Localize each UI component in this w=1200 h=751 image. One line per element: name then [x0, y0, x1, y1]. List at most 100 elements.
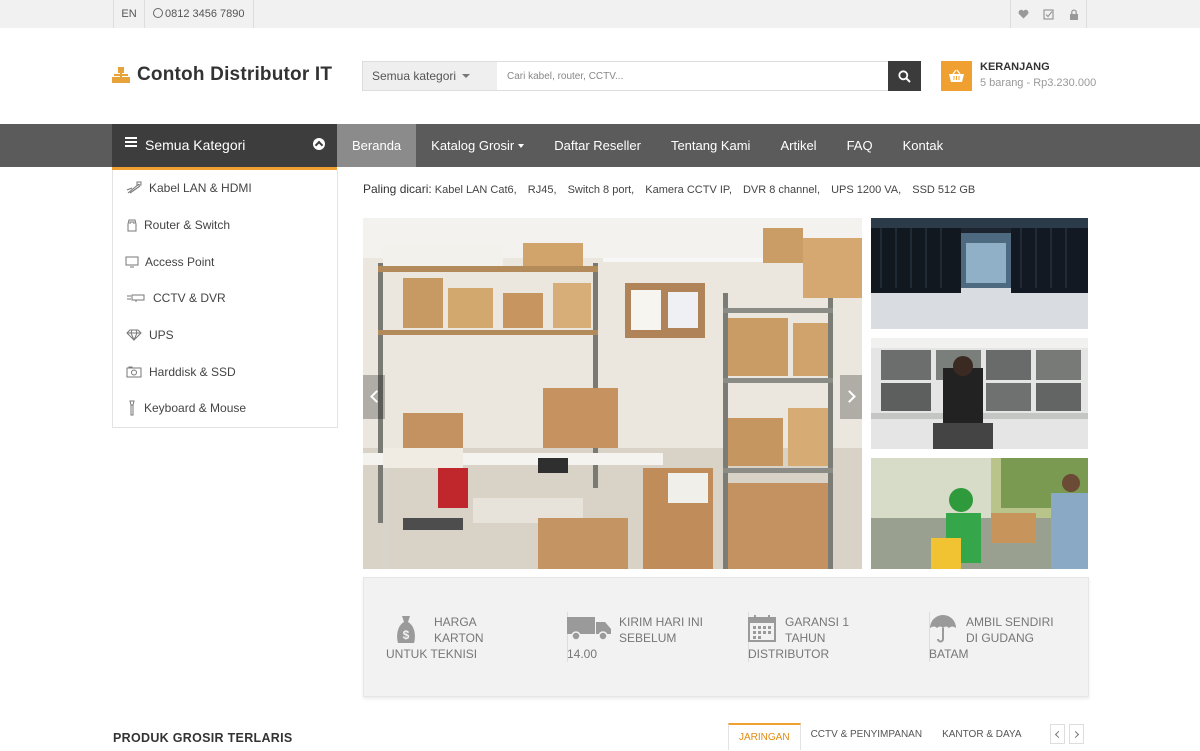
- sidebar-item-label: Harddisk & SSD: [149, 364, 236, 379]
- nav-item-tentang-kami[interactable]: Tentang Kami: [656, 124, 766, 167]
- carousel-pager: [1050, 724, 1088, 744]
- feature-garansi: GARANSI 1 TAHUN DISTRIBUTOR: [748, 612, 930, 664]
- disk-icon: [125, 365, 143, 379]
- side-banner-security[interactable]: [871, 338, 1088, 449]
- cart-summary: 5 barang - Rp3.230.000: [980, 77, 1097, 89]
- sidebar-item-label: Kabel LAN & HDMI: [149, 181, 252, 196]
- umbrella-icon: [930, 615, 956, 643]
- sidebar-item-access-point[interactable]: Access Point: [113, 243, 337, 280]
- popular-term[interactable]: SSD 512 GB: [912, 184, 975, 196]
- nav-item-artikel[interactable]: Artikel: [765, 124, 831, 167]
- sidebar-item-label: Router & Switch: [144, 218, 231, 233]
- side-banner-delivery[interactable]: [871, 458, 1088, 569]
- popular-term[interactable]: Switch 8 port,: [568, 184, 635, 196]
- caret-down-icon: [518, 144, 525, 148]
- language-switcher[interactable]: EN: [113, 0, 145, 28]
- popular-term[interactable]: Kabel LAN Cat6,: [435, 184, 517, 196]
- sidebar-item-label: Keyboard & Mouse: [144, 401, 247, 416]
- popular-term[interactable]: DVR 8 channel,: [743, 184, 820, 196]
- slider-prev-button[interactable]: [363, 375, 385, 419]
- network-logo-icon: [112, 66, 131, 84]
- side-banner-datacenter[interactable]: [871, 218, 1088, 329]
- popular-term[interactable]: UPS 1200 VA,: [831, 184, 901, 196]
- all-categories-label: Semua Kategori: [145, 137, 246, 153]
- cart-label: KERANJANG: [980, 61, 1050, 73]
- feature-line-2: KARTON: [434, 631, 484, 645]
- feature-kirim-hari-ini: KIRIM HARI INI SEBELUM 14.00: [567, 612, 749, 664]
- sidebar-item-router[interactable]: Router & Switch: [113, 207, 337, 244]
- sidebar-item-kabel[interactable]: Kabel LAN & HDMI: [113, 170, 337, 207]
- nav-item-beranda[interactable]: Beranda: [337, 124, 417, 167]
- basket-icon: [941, 61, 972, 91]
- cable-icon: [125, 181, 143, 195]
- nav-item-kontak[interactable]: Kontak: [888, 124, 958, 167]
- truck-icon: [567, 617, 611, 641]
- chevron-left-icon[interactable]: [1050, 724, 1065, 744]
- search-bar: Semua kategori: [362, 61, 921, 91]
- popular-term[interactable]: Kamera CCTV IP,: [645, 184, 732, 196]
- site-logo[interactable]: Contoh Distributor IT: [112, 64, 332, 86]
- chevron-up-circle-icon: [313, 138, 325, 150]
- router-icon: [123, 218, 141, 232]
- tab-cctv-penyimpanan[interactable]: CCTV & PENYIMPANAN: [801, 723, 933, 750]
- nav-label: Kontak: [902, 138, 944, 153]
- sidebar-item-ups[interactable]: UPS: [113, 317, 337, 354]
- search-category-label: Semua kategori: [372, 69, 457, 83]
- nav-label: Daftar Reseller: [554, 138, 641, 153]
- feature-ambil-sendiri: AMBIL SENDIRI DI GUDANG BATAM: [929, 614, 1110, 664]
- top-bar: EN 0812 3456 7890: [0, 0, 1200, 28]
- sidebar-item-cctv[interactable]: CCTV & DVR: [113, 280, 337, 317]
- money-bag-icon: $: [397, 616, 415, 643]
- nav-label: Beranda: [352, 138, 402, 153]
- chevron-right-icon[interactable]: [1069, 724, 1084, 744]
- checkbox-icon[interactable]: [1036, 0, 1061, 28]
- cart-widget[interactable]: KERANJANG 5 barang - Rp3.230.000: [941, 61, 1096, 91]
- feature-line-3: 14.00: [567, 647, 598, 661]
- search-input[interactable]: [497, 62, 888, 90]
- feature-line-1: AMBIL SENDIRI: [966, 615, 1054, 629]
- heart-icon[interactable]: [1011, 0, 1036, 28]
- feature-line-2: SEBELUM: [619, 631, 677, 645]
- search-button[interactable]: [888, 61, 921, 91]
- feature-line-3: DISTRIBUTOR: [748, 647, 830, 661]
- search-category-select[interactable]: Semua kategori: [363, 62, 497, 90]
- nav-label: FAQ: [846, 138, 873, 153]
- sidebar-item-harddisk[interactable]: Harddisk & SSD: [113, 353, 337, 390]
- caret-down-icon: [462, 74, 470, 78]
- features-strip: $ HARGA KARTON UNTUK TEKNISI KIRIM HARI …: [363, 577, 1089, 697]
- tab-kantor-daya[interactable]: KANTOR & DAYA: [932, 723, 1031, 750]
- hamburger-icon: [125, 135, 137, 149]
- product-tabs: JARINGAN CCTV & PENYIMPANAN KANTOR & DAY…: [728, 723, 1032, 750]
- nav-menu: Beranda Katalog Grosir Daftar Reseller T…: [337, 124, 958, 167]
- lock-icon[interactable]: [1061, 0, 1086, 28]
- tab-jaringan[interactable]: JARINGAN: [728, 723, 801, 750]
- popular-label: Paling dicari:: [363, 182, 432, 196]
- feature-line-2: DI GUDANG: [966, 631, 1035, 645]
- nav-label: Tentang Kami: [670, 138, 751, 153]
- nav-label: Artikel: [780, 138, 817, 153]
- sidebar-item-label: Access Point: [145, 254, 215, 269]
- slider-next-button[interactable]: [840, 375, 862, 419]
- nav-item-katalog-grosir[interactable]: Katalog Grosir: [416, 124, 539, 167]
- nav-item-faq[interactable]: FAQ: [832, 124, 888, 167]
- feature-harga-karton: $ HARGA KARTON UNTUK TEKNISI: [386, 612, 568, 664]
- feature-line-1: HARGA: [434, 615, 477, 629]
- sidebar-item-keyboard[interactable]: Keyboard & Mouse: [113, 390, 337, 427]
- monitor-icon: [123, 255, 141, 269]
- phone-number[interactable]: 0812 3456 7890: [145, 0, 254, 28]
- nav-item-daftar-reseller[interactable]: Daftar Reseller: [539, 124, 656, 167]
- feature-line-3: BATAM: [929, 647, 969, 661]
- nav-label: Katalog Grosir: [431, 138, 515, 153]
- sidebar-item-label: CCTV & DVR: [153, 291, 226, 306]
- section-heading: PRODUK GROSIR TERLARIS: [113, 731, 293, 745]
- calendar-icon: [748, 615, 776, 642]
- main-nav: Semua Kategori Beranda Katalog Grosir Da…: [0, 124, 1200, 170]
- hero-slider[interactable]: [363, 218, 862, 569]
- site-title: Contoh Distributor IT: [137, 64, 333, 85]
- feature-line-1: KIRIM HARI INI: [619, 615, 704, 629]
- all-categories-toggle[interactable]: Semua Kategori: [112, 124, 337, 170]
- warehouse-photo: [363, 218, 862, 569]
- popular-term[interactable]: RJ45,: [528, 184, 557, 196]
- svg-text:$: $: [403, 628, 410, 642]
- feature-line-3: UNTUK TEKNISI: [386, 647, 478, 661]
